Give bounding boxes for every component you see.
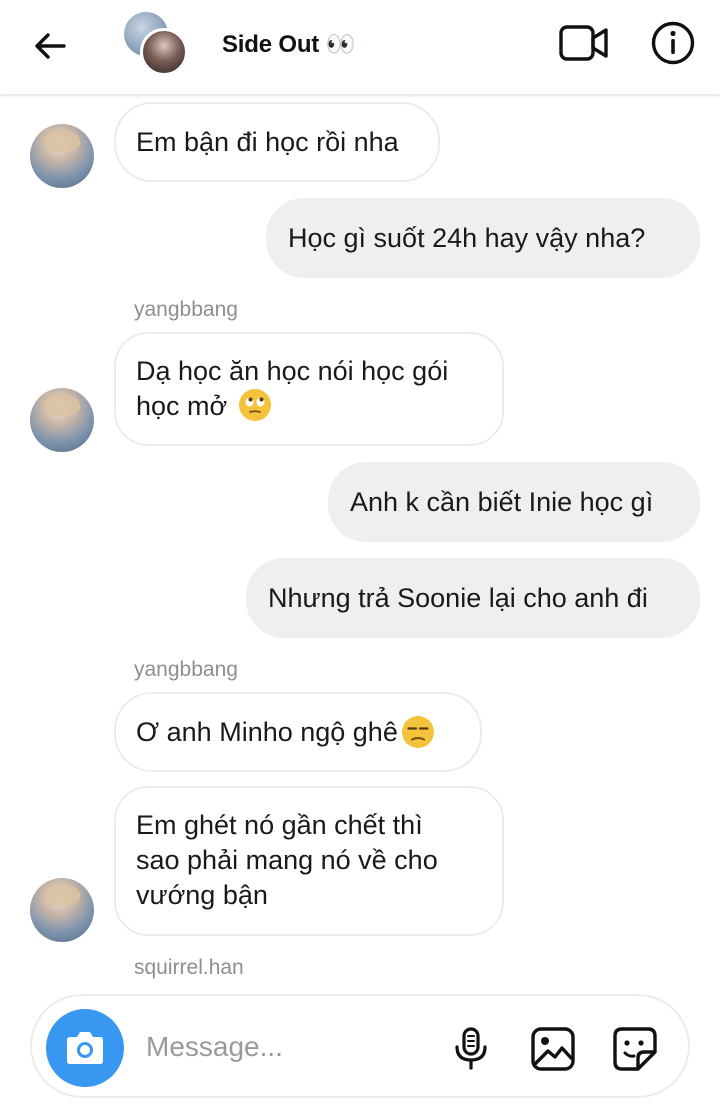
message-bubble-received[interactable]: Em bận đi học rồi nha xyxy=(114,102,440,182)
camera-icon xyxy=(67,1032,103,1064)
message-list[interactable]: Em bận đi học rồi nha Học gì suốt 24h ha… xyxy=(0,94,720,994)
gallery-button[interactable] xyxy=(530,1026,576,1072)
message-line: Em ghét nó gần chết thì xyxy=(136,810,423,840)
microphone-icon xyxy=(455,1027,487,1070)
message-bubble-sent[interactable]: Nhưng trả Soonie lại cho anh đi xyxy=(246,558,700,638)
chat-header: Side Out 👀 xyxy=(0,0,720,94)
sender-avatar[interactable] xyxy=(30,124,94,188)
message-input[interactable] xyxy=(146,1026,416,1068)
video-camera-icon xyxy=(559,25,608,61)
unamused-emoji-icon xyxy=(401,716,434,748)
message-bubble-received[interactable]: Em ghét nó gần chết thì sao phải mang nó… xyxy=(114,786,504,936)
back-button[interactable] xyxy=(28,24,72,68)
sender-avatar[interactable] xyxy=(30,388,94,452)
avatar-front xyxy=(140,28,188,76)
sticker-icon xyxy=(613,1027,657,1071)
sender-name: yangbbang xyxy=(134,298,238,321)
message-line: vướng bận xyxy=(136,880,268,910)
message-text: Anh k cần biết Inie học gì xyxy=(350,486,654,517)
sender-name: squirrel.han xyxy=(134,956,244,979)
video-call-button[interactable] xyxy=(558,22,610,66)
eye-roll-emoji-icon xyxy=(238,389,271,421)
message-composer xyxy=(30,994,690,1098)
message-text: Em bận đi học rồi nha xyxy=(136,126,399,157)
sender-avatar[interactable] xyxy=(30,878,94,942)
message-text: Học gì suốt 24h hay vậy nha? xyxy=(288,222,646,253)
message-bubble-sent[interactable]: Anh k cần biết Inie học gì xyxy=(328,462,700,542)
image-icon xyxy=(531,1027,575,1071)
message-line: Dạ học ăn học nói học gói xyxy=(136,356,449,386)
message-bubble-received[interactable]: Dạ học ăn học nói học gói học mở xyxy=(114,332,504,446)
message-line: sao phải mang nó về cho xyxy=(136,845,438,875)
message-line-with-emoji: học mở xyxy=(136,389,448,424)
message-text: Em ghét nó gần chết thì sao phải mang nó… xyxy=(136,808,438,913)
group-avatar[interactable] xyxy=(124,12,190,76)
message-bubble-sent[interactable]: Học gì suốt 24h hay vậy nha? xyxy=(266,198,700,278)
voice-message-button[interactable] xyxy=(448,1026,494,1072)
message-bubble-received[interactable]: Ơ anh Minho ngộ ghê xyxy=(114,692,482,772)
message-text: Ơ anh Minho ngộ ghê xyxy=(136,716,398,747)
message-text: Nhưng trả Soonie lại cho anh đi xyxy=(268,582,648,613)
info-icon xyxy=(651,21,695,65)
sticker-button[interactable] xyxy=(612,1026,658,1072)
sender-name: yangbbang xyxy=(134,658,238,681)
conversation-title[interactable]: Side Out 👀 xyxy=(222,30,355,59)
message-text: Dạ học ăn học nói học gói học mở xyxy=(136,354,448,424)
info-button[interactable] xyxy=(650,20,696,66)
arrow-left-icon xyxy=(35,33,66,59)
message-line: học mở xyxy=(136,391,228,421)
camera-button[interactable] xyxy=(46,1009,124,1087)
